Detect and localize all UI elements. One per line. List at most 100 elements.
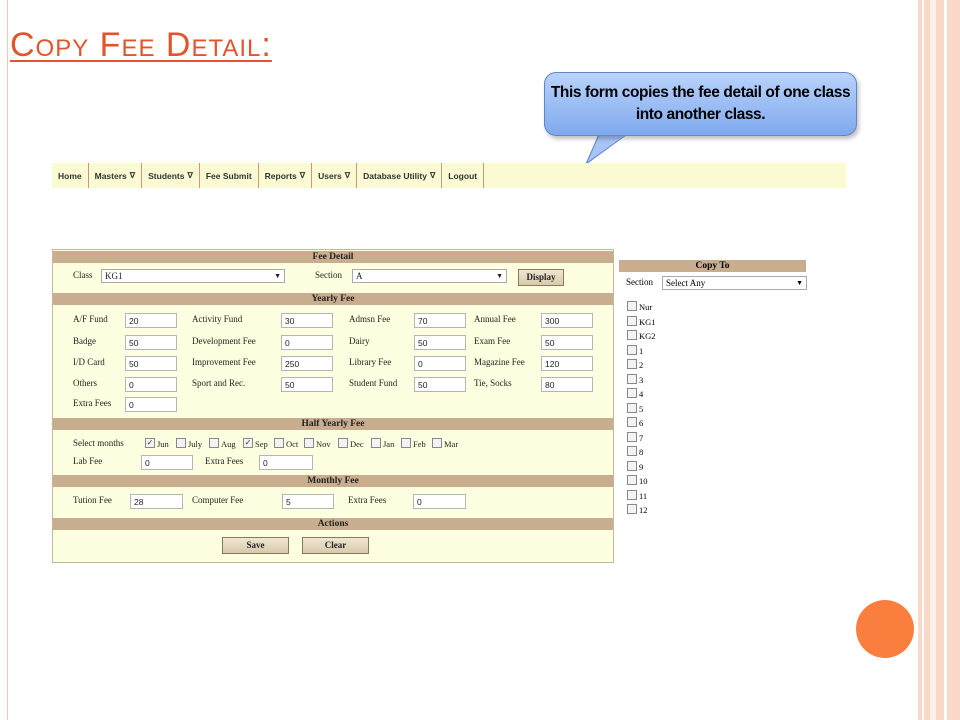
yearly-fee-label: Tie, Socks bbox=[474, 378, 512, 388]
yearly-fee-input[interactable]: 50 bbox=[125, 335, 177, 350]
month-checkbox[interactable] bbox=[432, 438, 442, 448]
copy-class-checkbox[interactable] bbox=[627, 489, 637, 500]
monthly-extra-fees-input[interactable]: 0 bbox=[413, 494, 466, 509]
month-checkbox[interactable]: ✓ bbox=[243, 438, 253, 448]
copy-to-section-label: Section bbox=[626, 277, 653, 287]
display-button[interactable]: Display bbox=[518, 269, 564, 286]
copy-class-label: 10 bbox=[639, 476, 648, 486]
copy-class-checkbox[interactable] bbox=[627, 417, 637, 427]
chevron-down-icon: ▼ bbox=[796, 279, 803, 287]
month-checkbox[interactable]: ✓ bbox=[145, 438, 155, 448]
menu-item[interactable]: Logout bbox=[442, 163, 485, 188]
yearly-fee-label: Dairy bbox=[349, 336, 370, 346]
yearly-fee-input[interactable]: 50 bbox=[541, 335, 593, 350]
copy-class-checkbox[interactable] bbox=[627, 460, 637, 471]
lab-fee-input[interactable]: 0 bbox=[141, 455, 193, 470]
month-checkbox[interactable] bbox=[304, 438, 314, 448]
menu-caret-icon: ∇ bbox=[187, 171, 193, 180]
yearly-fee-input[interactable]: 300 bbox=[541, 313, 593, 328]
yearly-fee-input[interactable]: 80 bbox=[541, 377, 593, 392]
yearly-fee-label: Library Fee bbox=[349, 357, 392, 367]
yearly-fee-input[interactable]: 50 bbox=[125, 356, 177, 371]
clear-button[interactable]: Clear bbox=[302, 537, 369, 554]
copy-class-checkbox[interactable] bbox=[627, 330, 637, 340]
menu-bar: Home Masters ∇ Students ∇ Fee Submit Reports ∇ U… bbox=[52, 163, 846, 188]
menu-item[interactable]: Fee Submit bbox=[200, 163, 259, 188]
select-months-label: Select months bbox=[73, 438, 124, 448]
copy-class-checkbox[interactable] bbox=[627, 344, 637, 355]
section-select-value: A bbox=[356, 271, 363, 281]
copy-class-checkbox[interactable] bbox=[627, 475, 637, 485]
yearly-fee-label: Magazine Fee bbox=[474, 357, 525, 367]
slide-right-stripe bbox=[922, 0, 924, 720]
menu-item[interactable]: Students ∇ bbox=[142, 163, 200, 188]
menu-item[interactable]: Home bbox=[52, 163, 89, 188]
month-checkbox[interactable] bbox=[371, 438, 381, 448]
yearly-fee-input[interactable]: 120 bbox=[541, 356, 593, 371]
class-label: Class bbox=[73, 270, 93, 280]
copy-class-checkbox[interactable] bbox=[627, 301, 637, 311]
yearly-fee-input[interactable]: 0 bbox=[125, 377, 177, 392]
fee-detail-header: Fee Detail bbox=[53, 251, 613, 263]
yearly-fee-input[interactable]: 250 bbox=[281, 356, 333, 371]
yearly-fee-input[interactable]: 0 bbox=[125, 397, 177, 412]
yearly-fee-input[interactable]: 70 bbox=[414, 313, 466, 328]
copy-class-label: 3 bbox=[639, 374, 644, 385]
menu-item[interactable]: Users ∇ bbox=[312, 163, 358, 188]
monthly-fee-header: Monthly Fee bbox=[53, 475, 613, 487]
half-yearly-fee-header: Half Yearly Fee bbox=[53, 418, 613, 430]
fee-detail-panel: Fee Detail Class KG1 ▼ Section A ▼ Displ… bbox=[52, 249, 614, 563]
month-label: Jan bbox=[383, 439, 395, 449]
yearly-fee-input[interactable]: 0 bbox=[414, 356, 466, 371]
yearly-fee-input[interactable]: 50 bbox=[281, 377, 333, 392]
half-extra-fees-input[interactable]: 0 bbox=[259, 455, 313, 470]
copy-class-checkbox[interactable] bbox=[627, 431, 637, 442]
month-label: Oct bbox=[286, 439, 299, 449]
section-select[interactable]: A ▼ bbox=[352, 269, 507, 283]
month-checkbox[interactable] bbox=[176, 438, 186, 448]
copy-class-label: 7 bbox=[639, 432, 644, 443]
month-label: Mar bbox=[444, 439, 459, 449]
menu-item[interactable]: Masters ∇ bbox=[89, 163, 143, 188]
menu-item[interactable]: Reports ∇ bbox=[259, 163, 313, 188]
yearly-fee-label: Student Fund bbox=[349, 378, 398, 388]
copy-class-checkbox[interactable] bbox=[627, 359, 637, 369]
copy-class-checkbox[interactable] bbox=[627, 504, 637, 514]
actions-header: Actions bbox=[53, 518, 613, 530]
yearly-fee-input[interactable]: 30 bbox=[281, 313, 333, 328]
month-checkbox[interactable] bbox=[338, 438, 348, 448]
copy-to-section-select[interactable]: Select Any ▼ bbox=[662, 276, 807, 290]
copy-class-checkbox[interactable] bbox=[627, 402, 637, 413]
menu-item-label: Students bbox=[148, 170, 185, 181]
copy-class-checkbox[interactable] bbox=[627, 388, 637, 398]
yearly-fee-input[interactable]: 0 bbox=[281, 335, 333, 350]
copy-class-checkbox[interactable] bbox=[627, 373, 637, 384]
copy-class-label: KG1 bbox=[639, 316, 656, 327]
slide-title: Copy Fee Detail: bbox=[10, 26, 272, 64]
slide-left-rule bbox=[7, 0, 8, 720]
menu-caret-icon: ∇ bbox=[344, 171, 351, 180]
month-checkbox[interactable] bbox=[274, 438, 284, 448]
class-select[interactable]: KG1 ▼ bbox=[101, 269, 285, 283]
yearly-fee-label: Others bbox=[73, 378, 97, 388]
copy-class-label: 6 bbox=[639, 418, 644, 428]
month-label: Aug bbox=[221, 439, 236, 449]
yearly-fee-input[interactable]: 50 bbox=[414, 377, 466, 392]
copy-class-checkbox[interactable] bbox=[627, 315, 637, 326]
computer-fee-input[interactable]: 5 bbox=[282, 494, 334, 509]
tution-fee-input[interactable]: 28 bbox=[130, 494, 183, 509]
month-checkbox[interactable] bbox=[401, 438, 411, 448]
yearly-fee-label: Activity Fund bbox=[192, 314, 243, 324]
section-label: Section bbox=[315, 270, 342, 280]
copy-class-label: 1 bbox=[639, 345, 644, 356]
callout-text: This form copies the fee detail of one c… bbox=[550, 84, 851, 123]
copy-class-checkbox[interactable] bbox=[627, 446, 637, 456]
save-button[interactable]: Save bbox=[222, 537, 289, 554]
menu-item-label: Home bbox=[58, 170, 82, 181]
copy-class-label: KG2 bbox=[639, 331, 656, 341]
yearly-fee-input[interactable]: 20 bbox=[125, 313, 177, 328]
yearly-fee-input[interactable]: 50 bbox=[414, 335, 466, 350]
month-checkbox[interactable] bbox=[209, 438, 219, 448]
menu-item[interactable]: Database Utility ∇ bbox=[357, 163, 443, 188]
chevron-down-icon: ▼ bbox=[274, 272, 281, 280]
